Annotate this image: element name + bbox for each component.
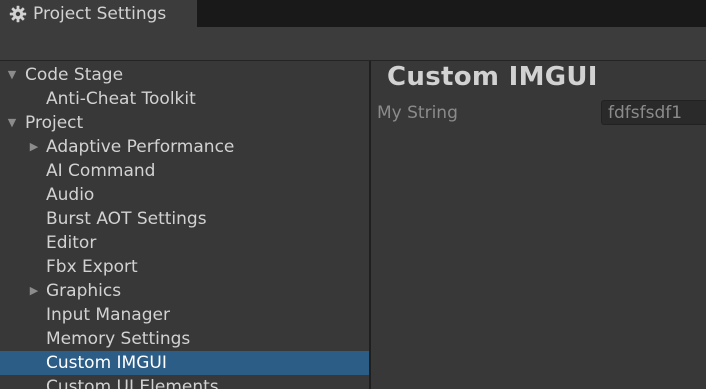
page-title: Custom IMGUI: [387, 62, 598, 92]
tree-item-input-manager[interactable]: Input Manager: [0, 303, 369, 327]
collapsed-arrow-icon[interactable]: ▶: [27, 135, 41, 159]
toolbar: [0, 27, 706, 61]
tree-item-label: Code Stage: [25, 65, 124, 85]
tree-item-label: Adaptive Performance: [46, 137, 235, 157]
tree-item-label: Fbx Export: [46, 257, 138, 277]
tree-item-audio[interactable]: Audio: [0, 183, 369, 207]
tree-item-ai-command[interactable]: AI Command: [0, 159, 369, 183]
my-string-label: My String: [377, 103, 458, 123]
tree-item-code-stage[interactable]: ▼ Code Stage: [0, 63, 369, 87]
tree-item-label: Graphics: [46, 281, 122, 301]
tree-item-project[interactable]: ▼ Project: [0, 111, 369, 135]
tree-item-label: Memory Settings: [46, 329, 191, 349]
collapsed-arrow-icon[interactable]: ▶: [27, 279, 41, 303]
settings-tree: ▼ Code Stage Anti-Cheat Toolkit ▼ Projec…: [0, 61, 371, 389]
expanded-arrow-icon[interactable]: ▼: [5, 63, 19, 87]
gear-icon: [9, 5, 27, 23]
tree-item-label: Audio: [46, 185, 95, 205]
tree-item-label: Custom IMGUI: [46, 353, 167, 373]
tree-item-adaptive-performance[interactable]: ▶ Adaptive Performance: [0, 135, 369, 159]
tree-item-label: Anti-Cheat Toolkit: [46, 89, 196, 109]
tree-item-graphics[interactable]: ▶ Graphics: [0, 279, 369, 303]
tree-item-label: AI Command: [46, 161, 156, 181]
tree-item-editor[interactable]: Editor: [0, 231, 369, 255]
tree-item-label: Custom UI Elements: [46, 377, 219, 389]
tab-title: Project Settings: [33, 3, 167, 24]
tree-item-custom-ui-elements[interactable]: Custom UI Elements: [0, 375, 369, 389]
tab-strip: Project Settings: [0, 0, 706, 27]
tree-item-anti-cheat-toolkit[interactable]: Anti-Cheat Toolkit: [0, 87, 369, 111]
tree-item-burst-aot-settings[interactable]: Burst AOT Settings: [0, 207, 369, 231]
tree-item-custom-imgui[interactable]: Custom IMGUI: [0, 351, 369, 375]
tree-item-label: Project: [25, 113, 84, 133]
my-string-field[interactable]: [601, 100, 706, 125]
tree-item-fbx-export[interactable]: Fbx Export: [0, 255, 369, 279]
expanded-arrow-icon[interactable]: ▼: [5, 111, 19, 135]
tree-item-label: Burst AOT Settings: [46, 209, 207, 229]
tree-item-label: Input Manager: [46, 305, 170, 325]
tab-project-settings[interactable]: Project Settings: [0, 0, 197, 27]
tree-item-label: Editor: [46, 233, 97, 253]
settings-panel: Custom IMGUI My String: [371, 61, 706, 389]
tree-item-memory-settings[interactable]: Memory Settings: [0, 327, 369, 351]
